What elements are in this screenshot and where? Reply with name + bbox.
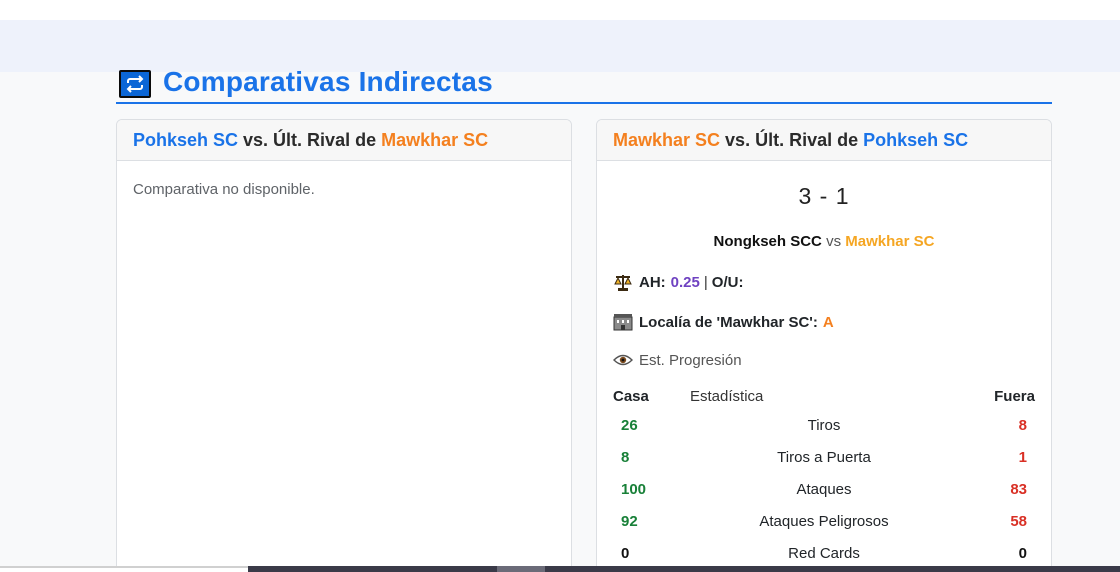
vs-label: vs [826, 233, 842, 250]
progression-row[interactable]: Est. Progresión [613, 351, 742, 369]
section-header: Comparativas Indirectas [116, 64, 1052, 104]
stats-header-home: Casa [613, 388, 649, 405]
scrollbar-track[interactable] [248, 566, 1120, 572]
stat-label: Ataques Peligrosos [759, 513, 889, 530]
ah-row: AH: 0.25 | O/U: [613, 273, 743, 291]
stadium-icon [613, 313, 633, 331]
card-header-middle: vs. Últ. Rival de [720, 130, 864, 150]
stat-row: 100 Ataques 83 [613, 481, 1035, 501]
ah-value: 0.25 [670, 273, 700, 291]
card-header-right: Mawkhar SC vs. Últ. Rival de Pohkseh SC [597, 120, 1051, 161]
card-header-left: Pohkseh SC vs. Últ. Rival de Mawkhar SC [117, 120, 571, 161]
unavailable-message: Comparativa no disponible. [133, 181, 315, 198]
stat-away-value: 0 [1018, 545, 1027, 562]
home-team: Nongkseh SCC [713, 233, 822, 250]
section-title: Comparativas Indirectas [163, 66, 493, 97]
eye-icon [613, 351, 633, 369]
comparison-card-right: Mawkhar SC vs. Últ. Rival de Pohkseh SC … [596, 119, 1052, 572]
team-b-name[interactable]: Pohkseh SC [863, 130, 968, 150]
locality-row: Localía de 'Mawkhar SC': A [613, 313, 834, 331]
stat-row: 26 Tiros 8 [613, 417, 1035, 437]
ah-separator: | [703, 273, 708, 291]
team-a-name[interactable]: Pohkseh SC [133, 130, 238, 150]
stat-away-value: 8 [1018, 417, 1027, 434]
stat-away-value: 1 [1018, 449, 1027, 466]
stats-header-stat: Estadística [690, 388, 764, 405]
comparison-card-left: Pohkseh SC vs. Últ. Rival de Mawkhar SC … [116, 119, 572, 572]
stat-away-value: 83 [1010, 481, 1027, 498]
locality-value: A [822, 313, 834, 331]
top-strip [0, 0, 1120, 20]
ah-label: AH: [639, 273, 666, 291]
locality-label: Localía de 'Mawkhar SC': [639, 313, 818, 331]
scrollbar-thumb[interactable] [497, 566, 545, 572]
scales-icon [613, 273, 633, 291]
ou-label: O/U: [711, 273, 744, 291]
stats-header: Casa Estadística Fuera [613, 388, 1035, 408]
scrollbar-track-light [0, 566, 248, 568]
stat-label: Ataques [796, 481, 852, 498]
team-a-name[interactable]: Mawkhar SC [613, 130, 720, 150]
match-teams: Nongkseh SCC vs Mawkhar SC [597, 233, 1051, 250]
repeat-icon [119, 70, 151, 98]
stats-header-away: Fuera [994, 388, 1035, 405]
stat-row: 0 Red Cards 0 [613, 545, 1035, 565]
stat-row: 8 Tiros a Puerta 1 [613, 449, 1035, 469]
stat-away-value: 58 [1010, 513, 1027, 530]
progression-label: Est. Progresión [639, 351, 742, 369]
away-team: Mawkhar SC [845, 233, 935, 250]
card-header-middle: vs. Últ. Rival de [238, 130, 382, 150]
team-b-name[interactable]: Mawkhar SC [381, 130, 488, 150]
stat-label: Red Cards [788, 545, 860, 562]
horizontal-scrollbar[interactable] [0, 566, 1120, 572]
match-score: 3 - 1 [798, 183, 850, 209]
stat-label: Tiros [807, 417, 841, 434]
stat-label: Tiros a Puerta [777, 449, 871, 466]
stat-row: 92 Ataques Peligrosos 58 [613, 513, 1035, 533]
